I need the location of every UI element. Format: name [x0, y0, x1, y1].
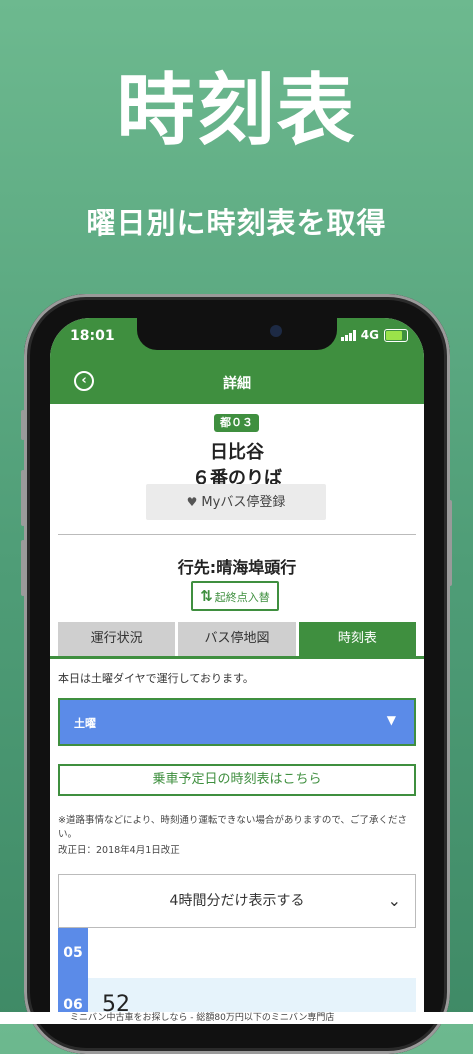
camera-icon [270, 325, 282, 337]
promo-subtitle: 曜日別に時刻表を取得 [86, 206, 387, 240]
timetable-hour: 05 [58, 928, 88, 978]
my-stop-register-label: Myバス停登録 [201, 495, 286, 510]
revised-date: 改正日：2018年4月1日改正 [58, 845, 180, 856]
promo-title: 時刻表 [116, 66, 357, 156]
status-indicators: 4G [340, 328, 408, 342]
destination-label: 行先:晴海埠頭行 [177, 558, 297, 577]
my-stop-register-button[interactable]: ♥ Myバス停登録 [146, 484, 326, 520]
heart-icon: ♥ [186, 495, 198, 509]
notch [137, 318, 337, 350]
phone-side-button [21, 540, 25, 596]
tab-status[interactable]: 運行状況 [58, 622, 176, 656]
swap-icon: ⇅ [200, 587, 213, 605]
hours-toggle-label: 4時間分だけ表示する [169, 893, 305, 909]
divider [58, 534, 416, 535]
swap-endpoints-label: 起終点入替 [214, 591, 270, 604]
signal-icon [340, 329, 356, 341]
hours-toggle-button[interactable]: 4時間分だけ表示する ⌄ [58, 874, 416, 928]
chevron-down-icon: ⌄ [387, 891, 401, 910]
nav-title: 詳細 [223, 376, 251, 392]
network-label: 4G [360, 328, 379, 342]
nav-bar: ‹ 詳細 [50, 360, 424, 404]
app-screen: 18:01 4G ‹ 詳細 都０３ 日比谷 ６番のりば ♥ Myバス停登録 行先:… [50, 318, 424, 1024]
day-select-value: 土曜 [74, 717, 96, 730]
tab-stop-map[interactable]: バス停地図 [178, 622, 296, 656]
delay-note: ※道路事情などにより、時刻通り運転できない場合がありますので、ご了承ください。 [58, 815, 408, 840]
caret-down-icon: ▼ [386, 713, 396, 727]
timetable-row: 05 [58, 928, 416, 979]
planned-date-timetable-link[interactable]: 乗車予定日の時刻表はこちら [58, 764, 416, 796]
status-time: 18:01 [70, 328, 115, 344]
status-bar: 18:01 4G [50, 318, 424, 360]
phone-side-button [448, 500, 452, 586]
phone-side-button [21, 410, 25, 440]
route-badge: 都０３ [214, 414, 259, 432]
battery-icon [384, 328, 408, 342]
tab-underline [50, 656, 424, 659]
schedule-notice: 本日は土曜ダイヤで運行しております。 [58, 672, 254, 685]
stop-name: 日比谷 [210, 442, 264, 463]
day-select[interactable]: 土曜 ▼ [58, 698, 416, 746]
phone-side-button [21, 470, 25, 526]
tab-bar: 運行状況 バス停地図 時刻表 [58, 622, 416, 656]
ad-banner[interactable]: ミニバン中古車をお探しなら - 総額80万円以下のミニバン専門店 [0, 1012, 473, 1024]
swap-endpoints-button[interactable]: ⇅ 起終点入替 [191, 581, 279, 611]
tab-timetable[interactable]: 時刻表 [298, 622, 416, 656]
